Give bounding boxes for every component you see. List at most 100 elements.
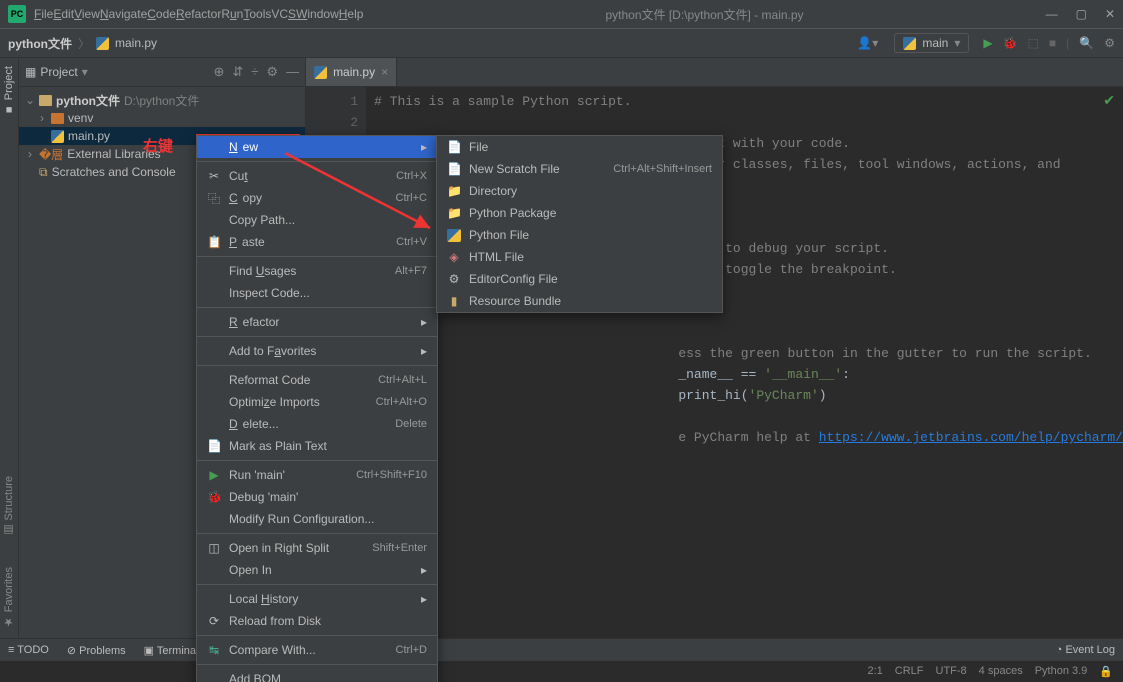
status-interpreter[interactable]: Python 3.9 xyxy=(1035,665,1088,677)
run-configuration-selector[interactable]: main ▾ xyxy=(894,33,969,53)
menu-refactor[interactable]: Refactor xyxy=(176,7,221,21)
help-link[interactable]: https://www.jetbrains.com/help/pycharm/ xyxy=(819,430,1123,445)
ctx-findusages[interactable]: Find UsagesAlt+F7 xyxy=(197,260,437,282)
app-logo-icon: PC xyxy=(8,5,26,23)
menu-run[interactable]: Run xyxy=(221,7,243,21)
minimize-button[interactable]: — xyxy=(1046,7,1058,21)
leftstrip-structure[interactable]: ▤ Structure xyxy=(2,476,15,537)
project-tool-icon: ▦ xyxy=(25,65,36,79)
tree-venv-label: venv xyxy=(68,111,93,125)
ctx-bom[interactable]: Add BOM xyxy=(197,668,437,682)
python-icon xyxy=(314,66,327,79)
leftstrip-favorites[interactable]: ★ Favorites xyxy=(2,567,15,628)
project-tool-label[interactable]: Project xyxy=(40,65,77,79)
status-lineending[interactable]: CRLF xyxy=(895,665,924,677)
libraries-icon: �層 xyxy=(39,146,63,163)
editor-tab-main[interactable]: main.py × xyxy=(306,58,397,86)
ctx-refactor[interactable]: Refactor▸ xyxy=(197,311,437,333)
ctx-delete[interactable]: Delete...Delete xyxy=(197,413,437,435)
bottom-problems[interactable]: ⊘ Problems xyxy=(67,644,126,657)
locate-icon[interactable]: ⊕ xyxy=(213,64,224,80)
menu-file[interactable]: File xyxy=(34,7,53,21)
new-file[interactable]: 📄File xyxy=(437,136,722,158)
maximize-button[interactable]: ▢ xyxy=(1076,7,1087,21)
ctx-debug-main[interactable]: 🐞Debug 'main' xyxy=(197,486,437,508)
scratches-icon: ⧉ xyxy=(39,165,48,180)
run-config-label: main xyxy=(922,36,948,50)
ctx-open-split[interactable]: ◫Open in Right SplitShift+Enter xyxy=(197,537,437,559)
close-tab-icon[interactable]: × xyxy=(381,65,388,79)
status-encoding[interactable]: UTF-8 xyxy=(936,665,967,677)
ctx-copypath[interactable]: Copy Path... xyxy=(197,209,437,231)
breadcrumb-project[interactable]: python文件 xyxy=(8,35,72,52)
leftstrip-project[interactable]: ■ Project xyxy=(3,66,15,115)
context-menu: New▸ ✂CutCtrl+X ⿻CopyCtrl+C Copy Path...… xyxy=(196,135,438,682)
status-lock-icon[interactable]: 🔒 xyxy=(1099,665,1113,678)
new-submenu: 📄File 📄New Scratch FileCtrl+Alt+Shift+In… xyxy=(436,135,723,313)
menu-edit[interactable]: Edit xyxy=(53,7,74,21)
run-coverage-button[interactable]: ⬚ xyxy=(1028,36,1039,50)
tree-ext-label: External Libraries xyxy=(67,147,160,161)
breadcrumb-file[interactable]: main.py xyxy=(115,36,157,50)
new-editorconfig[interactable]: ⚙EditorConfig File xyxy=(437,268,722,290)
collapse-icon[interactable]: ÷ xyxy=(251,64,258,80)
menu-vcs[interactable]: VCS xyxy=(271,7,296,21)
inspection-ok-icon: ✔ xyxy=(1103,93,1115,110)
ctx-open-in[interactable]: Open In▸ xyxy=(197,559,437,581)
ctx-copy[interactable]: ⿻CopyCtrl+C xyxy=(197,187,437,209)
tree-scratch-label: Scratches and Console xyxy=(52,165,176,179)
ctx-reformat[interactable]: Reformat CodeCtrl+Alt+L xyxy=(197,369,437,391)
bottom-eventlog[interactable]: ◔ Event Log xyxy=(1056,644,1115,656)
status-position[interactable]: 2:1 xyxy=(867,665,882,677)
tree-venv[interactable]: › venv xyxy=(19,109,305,127)
window-title: python文件 [D:\python文件] - main.py xyxy=(363,6,1045,23)
new-html-file[interactable]: ◈HTML File xyxy=(437,246,722,268)
ctx-plaintext[interactable]: 📄Mark as Plain Text xyxy=(197,435,437,457)
user-icon[interactable]: 👤▾ xyxy=(857,36,878,50)
gear-icon[interactable]: ⚙ xyxy=(266,64,278,80)
python-icon xyxy=(447,229,461,242)
tree-project-label: python文件 xyxy=(56,92,120,109)
menu-view[interactable]: View xyxy=(74,7,100,21)
menu-tools[interactable]: Tools xyxy=(243,7,271,21)
status-indent[interactable]: 4 spaces xyxy=(979,665,1023,677)
tab-label: main.py xyxy=(333,65,375,79)
expand-icon[interactable]: ⇵ xyxy=(232,64,243,80)
ctx-local-history[interactable]: Local History▸ xyxy=(197,588,437,610)
ctx-favorites[interactable]: Add to Favorites▸ xyxy=(197,340,437,362)
ctx-modify-run[interactable]: Modify Run Configuration... xyxy=(197,508,437,530)
menu-window[interactable]: Window xyxy=(296,7,339,21)
bottom-terminal[interactable]: ▣ Terminal xyxy=(144,644,199,657)
run-button[interactable]: ▶ xyxy=(983,36,992,50)
ctx-new[interactable]: New▸ xyxy=(197,136,437,158)
menu-navigate[interactable]: Navigate xyxy=(100,7,147,21)
menubar-inline: File Edit View Navigate Code Refactor Ru… xyxy=(34,7,363,21)
settings-icon[interactable]: ⚙ xyxy=(1104,36,1115,50)
new-python-package[interactable]: 📁Python Package xyxy=(437,202,722,224)
tree-project-root[interactable]: ⌄ python文件 D:\python文件 xyxy=(19,91,305,109)
tree-project-path: D:\python文件 xyxy=(124,92,199,109)
ctx-run-main[interactable]: ▶Run 'main'Ctrl+Shift+F10 xyxy=(197,464,437,486)
ctx-optimize[interactable]: Optimize ImportsCtrl+Alt+O xyxy=(197,391,437,413)
stop-button[interactable]: ■ xyxy=(1049,36,1056,50)
python-icon xyxy=(96,37,109,50)
python-icon xyxy=(51,130,64,143)
new-python-file[interactable]: Python File xyxy=(437,224,722,246)
ctx-reload[interactable]: ⟳Reload from Disk xyxy=(197,610,437,632)
python-icon xyxy=(903,37,916,50)
menu-code[interactable]: Code xyxy=(147,7,176,21)
bottom-todo[interactable]: ≡ TODO xyxy=(8,644,49,656)
new-directory[interactable]: 📁Directory xyxy=(437,180,722,202)
ctx-inspect[interactable]: Inspect Code... xyxy=(197,282,437,304)
ctx-compare[interactable]: ↹Compare With...Ctrl+D xyxy=(197,639,437,661)
menu-help[interactable]: Help xyxy=(339,7,364,21)
close-button[interactable]: ✕ xyxy=(1105,7,1115,21)
new-resource-bundle[interactable]: ▮Resource Bundle xyxy=(437,290,722,312)
search-icon[interactable]: 🔍 xyxy=(1079,36,1094,50)
ctx-cut[interactable]: ✂CutCtrl+X xyxy=(197,165,437,187)
new-scratch[interactable]: 📄New Scratch FileCtrl+Alt+Shift+Insert xyxy=(437,158,722,180)
tree-main-label: main.py xyxy=(68,129,110,143)
ctx-paste[interactable]: 📋PasteCtrl+V xyxy=(197,231,437,253)
debug-button[interactable]: 🐞 xyxy=(1003,36,1018,50)
hide-icon[interactable]: — xyxy=(286,64,299,80)
